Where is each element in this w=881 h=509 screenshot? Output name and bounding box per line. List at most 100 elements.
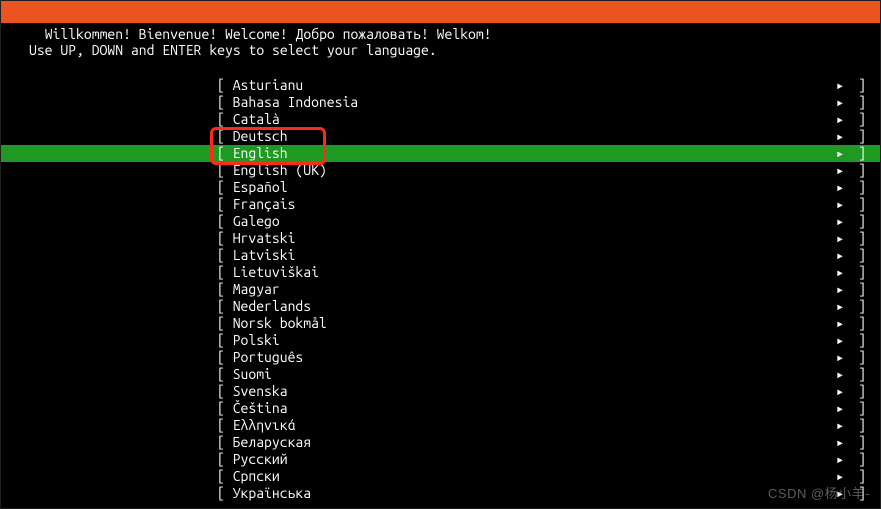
language-label: Français	[233, 196, 296, 213]
language-option[interactable]: [ Hrvatski▸ ]	[1, 230, 880, 247]
language-label: Español	[233, 179, 288, 196]
language-option[interactable]: [ Українська▸ ]	[1, 485, 880, 502]
language-option[interactable]: [ Deutsch ▸ ]	[1, 128, 880, 145]
language-label: Беларуская	[233, 434, 311, 451]
language-option[interactable]: [ Bahasa Indonesia▸ ]	[1, 94, 880, 111]
bracket-close: ]	[850, 400, 880, 417]
language-option[interactable]: [ Ελληνικά▸ ]	[1, 417, 880, 434]
bracket-open: [	[217, 213, 233, 230]
language-option[interactable]: [ English ▸ ]	[1, 145, 880, 162]
bracket-close: ]	[850, 162, 880, 179]
language-option[interactable]: [ Català ▸ ]	[1, 111, 880, 128]
language-label: Galego	[233, 213, 280, 230]
bracket-close: ]	[850, 145, 880, 162]
chevron-right-icon: ▸	[830, 451, 850, 468]
language-option[interactable]: [ Nederlands ▸ ]	[1, 298, 880, 315]
bracket-close: ]	[850, 298, 880, 315]
language-option[interactable]: [ Русский▸ ]	[1, 451, 880, 468]
chevron-right-icon: ▸	[830, 111, 850, 128]
bracket-close: ]	[850, 281, 880, 298]
watermark-text: CSDN @杨小羊-	[768, 483, 870, 502]
bracket-open: [	[217, 196, 233, 213]
language-option[interactable]: [ Español▸ ]	[1, 179, 880, 196]
chevron-right-icon: ▸	[830, 315, 850, 332]
language-label: Català	[233, 111, 280, 128]
bracket-close: ]	[850, 434, 880, 451]
language-option[interactable]: [ Português▸ ]	[1, 349, 880, 366]
bracket-open: [	[217, 468, 233, 485]
chevron-right-icon: ▸	[830, 332, 850, 349]
bracket-open: [	[217, 366, 233, 383]
bracket-open: [	[217, 247, 233, 264]
chevron-right-icon: ▸	[830, 145, 850, 162]
chevron-right-icon: ▸	[830, 298, 850, 315]
language-option[interactable]: [ Српски▸ ]	[1, 468, 880, 485]
bracket-close: ]	[850, 264, 880, 281]
chevron-right-icon: ▸	[830, 77, 850, 94]
language-option[interactable]: [ Беларуская ▸ ]	[1, 434, 880, 451]
chevron-right-icon: ▸	[830, 213, 850, 230]
language-label: Latviski	[233, 247, 296, 264]
language-label: Magyar	[233, 281, 280, 298]
bracket-open: [	[217, 128, 233, 145]
bracket-open: [	[217, 179, 233, 196]
chevron-right-icon: ▸	[830, 247, 850, 264]
language-option[interactable]: [ Svenska▸ ]	[1, 383, 880, 400]
bracket-open: [	[217, 162, 233, 179]
bracket-close: ]	[850, 179, 880, 196]
bracket-open: [	[217, 434, 233, 451]
language-list[interactable]: [ Asturianu▸ ][ Bahasa Indonesia▸ ][ Cat…	[1, 77, 880, 502]
installer-header: Willkommen! Bienvenue! Welcome! Добро по…	[1, 1, 880, 23]
bracket-close: ]	[850, 128, 880, 145]
bracket-close: ]	[850, 451, 880, 468]
chevron-right-icon: ▸	[830, 417, 850, 434]
chevron-right-icon: ▸	[830, 383, 850, 400]
bracket-open: [	[217, 298, 233, 315]
chevron-right-icon: ▸	[830, 349, 850, 366]
bracket-open: [	[217, 485, 233, 502]
bracket-close: ]	[850, 349, 880, 366]
bracket-close: ]	[850, 315, 880, 332]
bracket-open: [	[217, 230, 233, 247]
bracket-open: [	[217, 111, 233, 128]
bracket-close: ]	[850, 332, 880, 349]
bracket-open: [	[217, 451, 233, 468]
bracket-open: [	[217, 281, 233, 298]
language-label: English	[233, 145, 288, 162]
chevron-right-icon: ▸	[830, 434, 850, 451]
language-label: Suomi	[233, 366, 272, 383]
chevron-right-icon: ▸	[830, 128, 850, 145]
bracket-close: ]	[850, 366, 880, 383]
bracket-open: [	[217, 315, 233, 332]
language-option[interactable]: [ Čeština▸ ]	[1, 400, 880, 417]
bracket-open: [	[217, 77, 233, 94]
language-label: English (UK)	[233, 162, 327, 179]
chevron-right-icon: ▸	[830, 281, 850, 298]
language-option[interactable]: [ Français▸ ]	[1, 196, 880, 213]
language-option[interactable]: [ Magyar ▸ ]	[1, 281, 880, 298]
language-label: Hrvatski	[233, 230, 296, 247]
chevron-right-icon: ▸	[830, 162, 850, 179]
language-option[interactable]: [ Galego▸ ]	[1, 213, 880, 230]
chevron-right-icon: ▸	[830, 264, 850, 281]
bracket-close: ]	[850, 111, 880, 128]
chevron-right-icon: ▸	[830, 366, 850, 383]
language-label: Ελληνικά	[233, 417, 296, 434]
bracket-close: ]	[850, 94, 880, 111]
language-label: Nederlands	[233, 298, 311, 315]
bracket-open: [	[217, 94, 233, 111]
chevron-right-icon: ▸	[830, 196, 850, 213]
language-option[interactable]: [ Asturianu▸ ]	[1, 77, 880, 94]
language-option[interactable]: [ Lietuviškai▸ ]	[1, 264, 880, 281]
bracket-open: [	[217, 349, 233, 366]
language-option[interactable]: [ Latviski▸ ]	[1, 247, 880, 264]
language-option[interactable]: [ Polski▸ ]	[1, 332, 880, 349]
bracket-open: [	[217, 145, 233, 162]
chevron-right-icon: ▸	[830, 400, 850, 417]
language-label: Deutsch	[233, 128, 288, 145]
language-option[interactable]: [ English (UK) ▸ ]	[1, 162, 880, 179]
language-option[interactable]: [ Suomi ▸ ]	[1, 366, 880, 383]
language-label: Српски	[233, 468, 280, 485]
bracket-open: [	[217, 417, 233, 434]
language-option[interactable]: [ Norsk bokmål▸ ]	[1, 315, 880, 332]
